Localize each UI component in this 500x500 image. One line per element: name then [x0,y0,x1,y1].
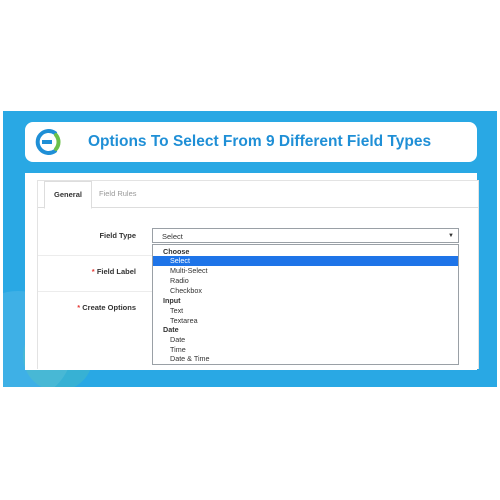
option-multi-select[interactable]: Multi-Select [153,266,458,276]
field-label-label: * Field Label [91,267,136,276]
tab-field-rules[interactable]: Field Rules [99,181,137,207]
chevron-down-icon: ▼ [448,233,454,239]
optgroup-date: Date [163,325,179,334]
tab-bar: General Field Rules [38,181,478,209]
option-select[interactable]: Select [153,256,458,266]
option-text[interactable]: Text [153,306,458,316]
e-logo-icon [35,129,61,155]
row-divider [38,255,158,256]
field-type-label: Field Type [99,231,136,240]
field-type-dropdown[interactable]: Choose Select Multi-Select Radio Checkbo… [152,244,459,365]
tab-general[interactable]: General [44,181,92,209]
create-options-label: * Create Options [77,303,136,312]
option-date[interactable]: Date [153,335,458,345]
optgroup-input: Input [163,296,181,305]
field-type-select[interactable]: Select ▼ [152,228,459,243]
option-checkbox[interactable]: Checkbox [153,286,458,296]
row-divider [38,291,158,292]
option-radio[interactable]: Radio [153,276,458,286]
option-date-time[interactable]: Date & Time [153,354,458,364]
page-title: Options To Select From 9 Different Field… [88,133,432,150]
select-value: Select [162,232,183,241]
header-bar: Options To Select From 9 Different Field… [25,122,477,162]
